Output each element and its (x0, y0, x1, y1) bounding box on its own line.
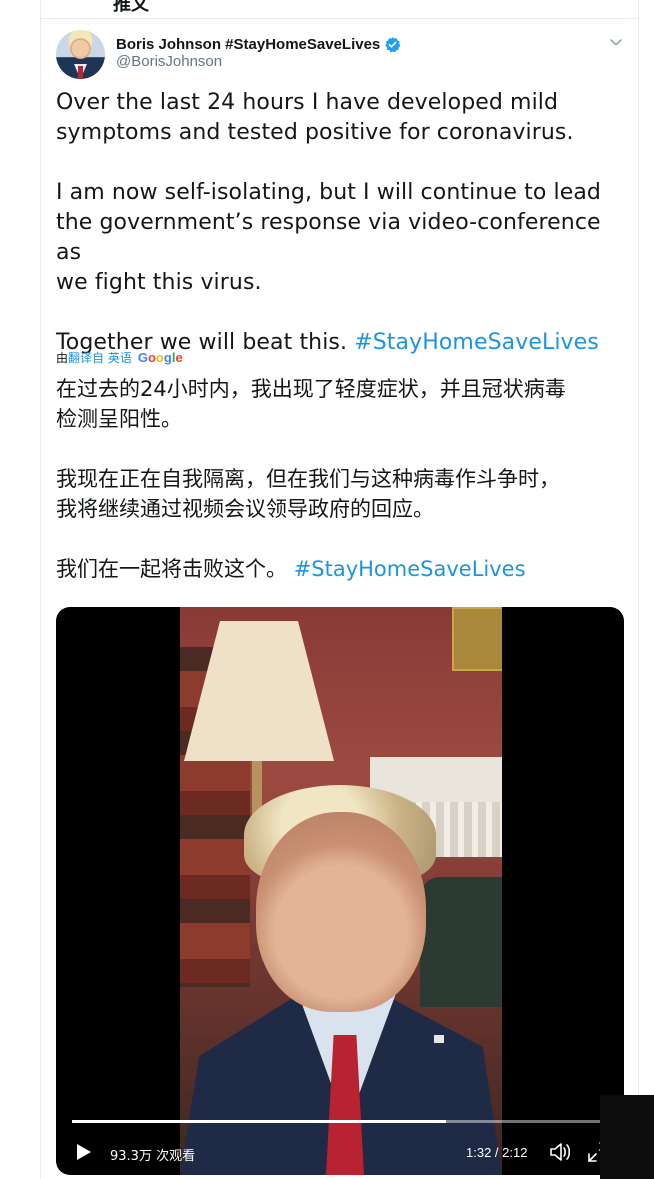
hashtag-link[interactable]: #StayHomeSaveLives (294, 557, 526, 581)
translation-attribution: 由 翻译自 英语 Google (56, 349, 183, 366)
left-rail (0, 0, 40, 1179)
author-handle[interactable]: @BorisJohnson (116, 53, 222, 70)
video-time: 1:32 / 2:12 (466, 1145, 528, 1160)
column-border-right (638, 0, 639, 1179)
tweet-line: symptoms and tested positive for coronav… (56, 120, 574, 145)
display-name[interactable]: Boris Johnson #StayHomeSaveLives (116, 36, 380, 53)
verified-badge-icon (385, 36, 401, 52)
video-frame (180, 607, 502, 1175)
tweet-text: Over the last 24 hours I have developed … (56, 88, 631, 358)
overlay-block (600, 1095, 654, 1179)
translated-line: 我现在正在自我隔离，但在我们与这种病毒作斗争时， (56, 467, 560, 491)
video-progress-fill (72, 1120, 446, 1123)
translated-line: 我将继续通过视频会议领导政府的回应。 (56, 497, 434, 521)
play-icon[interactable] (72, 1141, 94, 1163)
tweet-line: the government’s response via video-conf… (56, 210, 601, 265)
volume-icon[interactable] (547, 1139, 573, 1165)
translate-link[interactable]: 翻译自 英语 (68, 349, 132, 366)
column-border-left (40, 0, 41, 1179)
translated-line: 我们在一起将击败这个。 #StayHomeSaveLives (56, 557, 526, 581)
view-count: 93.3万 次观看 (110, 1149, 196, 1164)
author-name-row[interactable]: Boris Johnson #StayHomeSaveLives (116, 34, 401, 54)
video-player[interactable]: 93.3万 次观看 1:32 / 2:12 (56, 607, 624, 1175)
tweet-line: we fight this virus. (56, 270, 262, 295)
chevron-down-icon[interactable] (608, 34, 624, 50)
avatar[interactable] (56, 30, 105, 79)
translated-text: 在过去的24小时内，我出现了轻度症状，并且冠状病毒 检测呈阳性。 我现在正在自我… (56, 374, 631, 584)
header-strip: 推文 (41, 0, 638, 19)
tweet-line: Over the last 24 hours I have developed … (56, 90, 559, 115)
tweet-line: I am now self-isolating, but I will cont… (56, 180, 601, 205)
google-logo: Google (137, 349, 183, 365)
header-title: 推文 (113, 0, 149, 15)
hashtag-link[interactable]: #StayHomeSaveLives (354, 330, 599, 355)
translated-line: 在过去的24小时内，我出现了轻度症状，并且冠状病毒 (56, 377, 566, 401)
video-progress-bar[interactable] (72, 1120, 608, 1123)
translated-line: 检测呈阳性。 (56, 407, 182, 431)
